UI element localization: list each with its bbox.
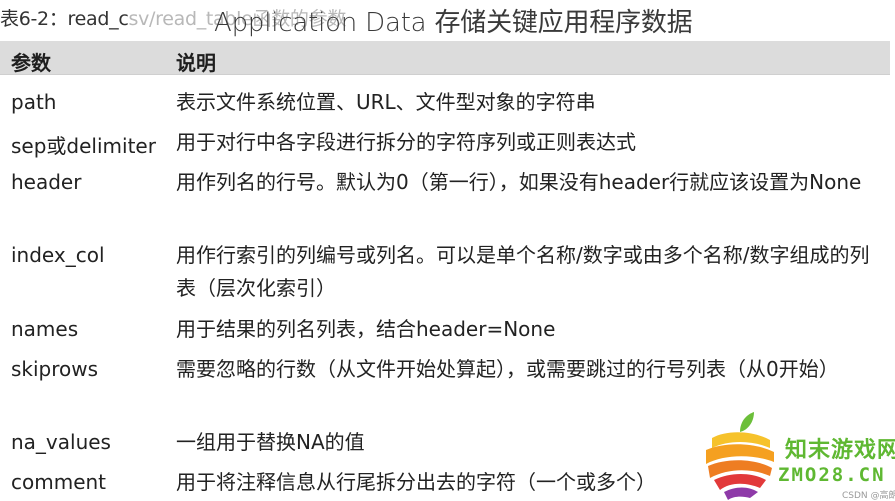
param-description: 表示文件系统位置、URL、文件型对象的字符串 [176,90,596,114]
watermark-domain: ZMO28.CN [778,464,886,486]
param-description: 用作行索引的列编号或列名。可以是单个名称/数字或由多个名称/数字组成的列表（层次… [176,243,870,300]
param-name: header [11,170,82,194]
header-description: 说明 [176,51,216,75]
header-param: 参数 [11,51,51,75]
caption-prefix: 表6-2：read_c [0,8,129,30]
watermark-site-name: 知末游戏网 [785,438,895,463]
param-description: 用于对行中各字段进行拆分的字符序列或正则表达式 [176,130,636,154]
param-name: sep或delimiter [11,134,156,158]
param-name: skiprows [11,357,99,381]
param-name: names [11,317,79,341]
param-name: comment [11,470,107,494]
param-description: 用作列名的行号。默认为0（第一行），如果没有header行就应该设置为None [176,170,862,194]
table-header: 参数 说明 [0,41,890,75]
watermark: 知末游戏网 ZMO28.CN CSDN @高朗 [700,410,895,501]
param-name: na_values [11,430,111,454]
param-name: path [11,90,57,114]
overlay-title: Application Data 存储关键应用程序数据 [214,8,693,38]
param-description: 需要忽略的行数（从文件开始处算起），或需要跳过的行号列表（从0开始） [176,357,839,381]
apple-logo-icon [706,412,774,500]
param-name: index_col [11,243,105,267]
param-description: 用于结果的列名列表，结合header=None [176,317,556,341]
watermark-credit: CSDN @高朗 [842,491,895,501]
